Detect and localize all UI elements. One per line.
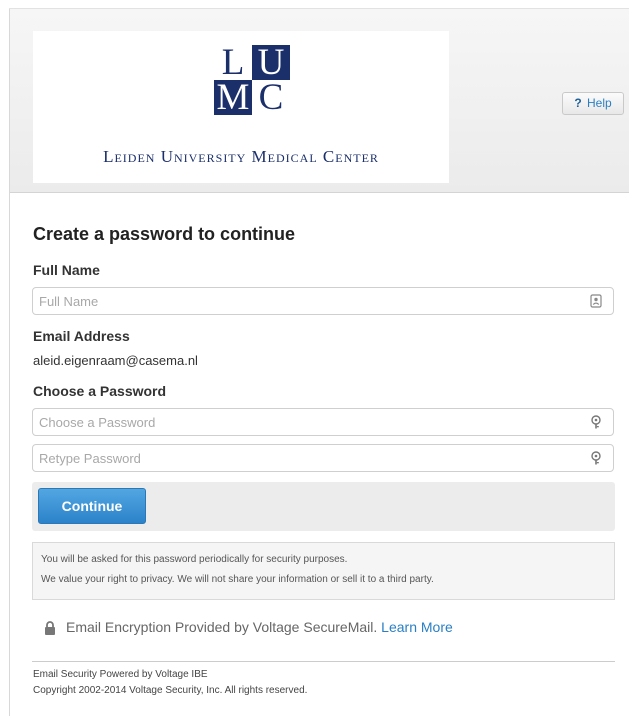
password-input[interactable]: Choose a Password (32, 408, 614, 436)
password-placeholder: Choose a Password (39, 415, 156, 430)
retype-password-input[interactable]: Retype Password (32, 444, 614, 472)
privacy-notice: You will be asked for this password peri… (32, 542, 615, 600)
footer-divider (32, 661, 615, 662)
help-label: Help (587, 96, 612, 110)
lock-icon (45, 621, 55, 635)
full-name-input[interactable]: Full Name (32, 287, 614, 315)
header: L U M C Leiden University Medical Center… (10, 9, 629, 193)
contact-card-icon (590, 294, 602, 308)
help-icon: ? (574, 96, 582, 110)
footer-powered-by: Email Security Powered by Voltage IBE (33, 669, 208, 680)
logo-letter-u: U (252, 44, 290, 81)
footer-copyright: Copyright 2002-2014 Voltage Security, In… (33, 685, 308, 696)
logo-letter-c: C (252, 79, 290, 116)
continue-panel: Continue (32, 482, 615, 531)
page: L U M C Leiden University Medical Center… (0, 0, 629, 716)
logo-letter-m: M (214, 79, 252, 116)
help-button[interactable]: ? Help (562, 92, 624, 115)
key-icon (591, 451, 601, 465)
logo-institution-name: Leiden University Medical Center (103, 147, 379, 166)
page-title: Create a password to continue (33, 224, 296, 244)
email-label: Email Address (33, 328, 130, 344)
logo-monogram: L U M C (214, 44, 290, 116)
logo-letter-l: L (214, 44, 252, 81)
learn-more-link[interactable]: Learn More (381, 619, 453, 635)
lumc-logo: L U M C Leiden University Medical Center (33, 31, 449, 183)
full-name-label: Full Name (33, 262, 100, 278)
key-icon (591, 415, 601, 429)
full-name-placeholder: Full Name (39, 294, 99, 309)
encryption-text: Email Encryption Provided by Voltage Sec… (66, 619, 378, 635)
email-value: aleid.eigenraam@casema.nl (33, 353, 198, 368)
notice-line-privacy: We value your right to privacy. We will … (41, 574, 434, 585)
notice-line-password: You will be asked for this password peri… (41, 554, 348, 565)
password-label: Choose a Password (33, 383, 167, 399)
continue-button[interactable]: Continue (38, 488, 146, 524)
retype-password-placeholder: Retype Password (39, 451, 141, 466)
